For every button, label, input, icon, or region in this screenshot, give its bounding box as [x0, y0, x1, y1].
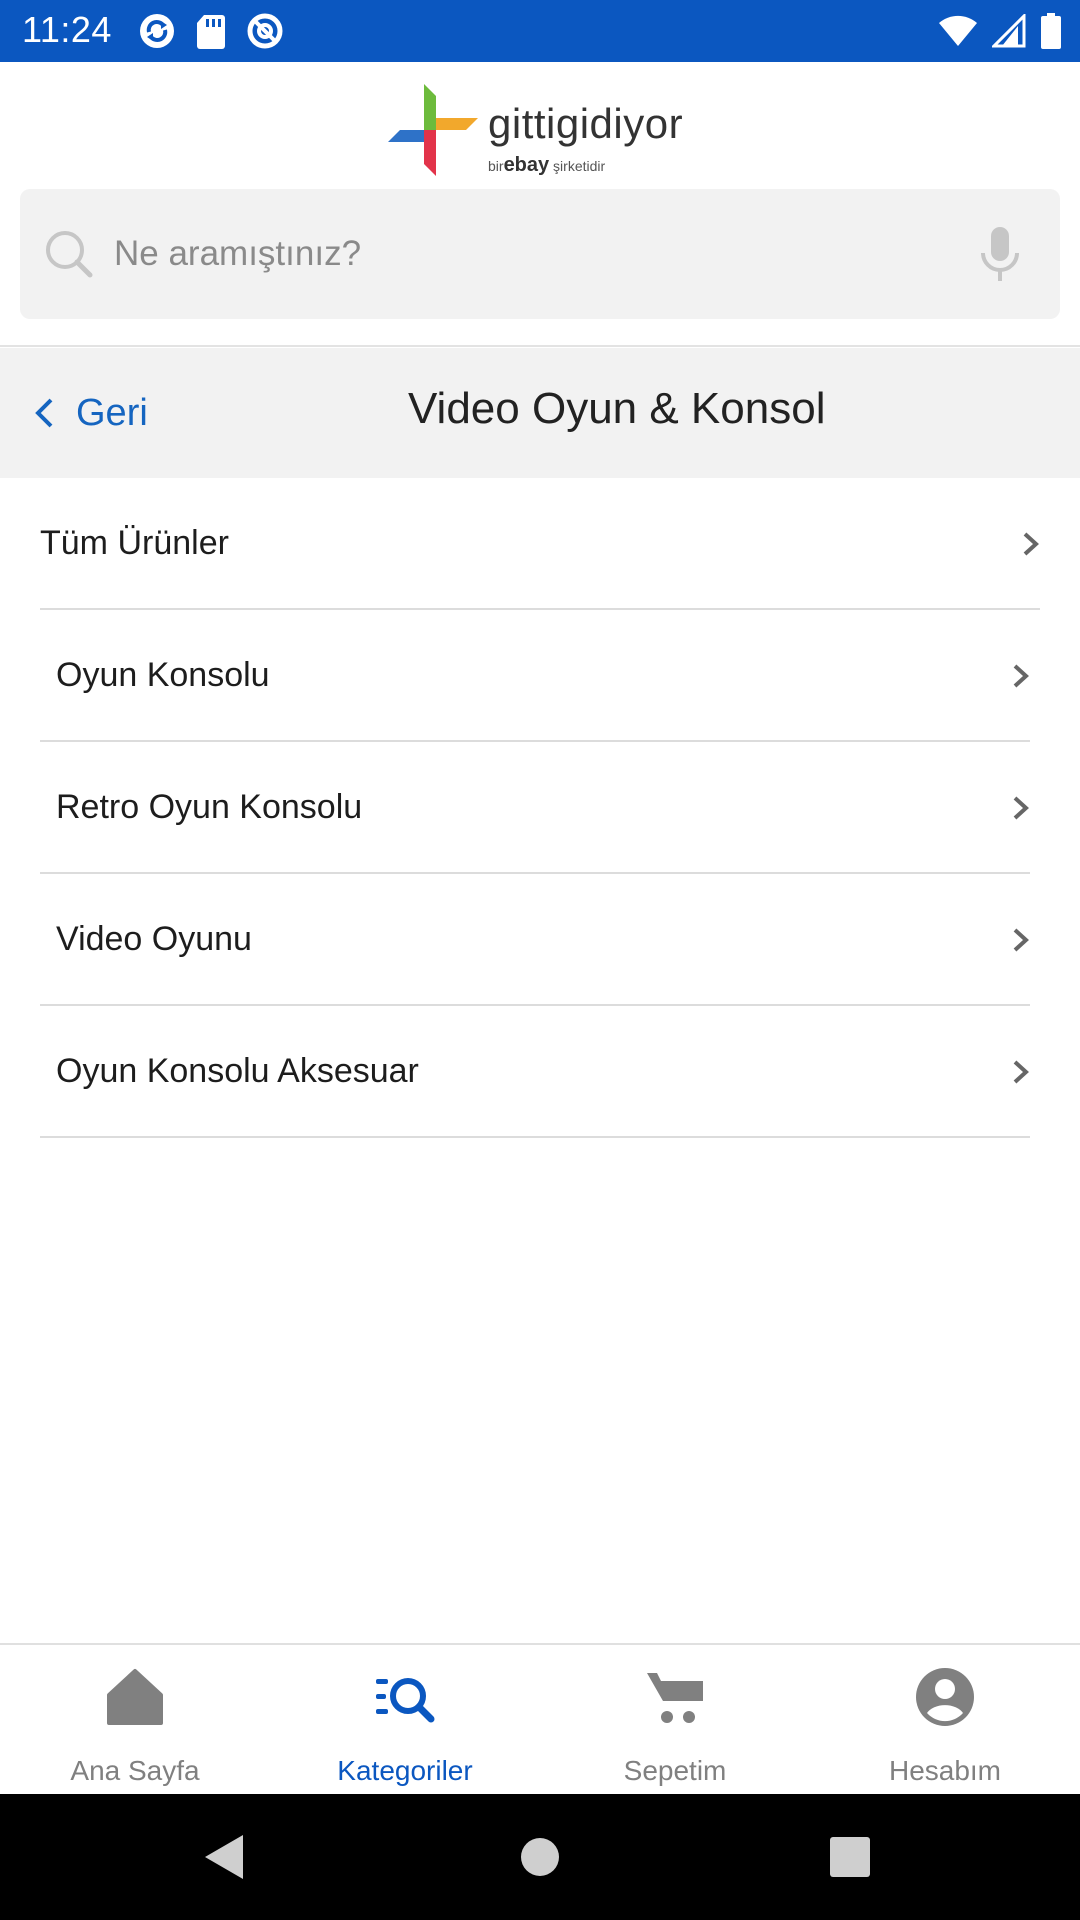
logo-tagline-suffix: şirketidir	[553, 158, 606, 174]
back-triangle-icon[interactable]	[195, 1827, 255, 1887]
search-bar[interactable]	[20, 189, 1060, 319]
wifi-icon	[939, 15, 977, 46]
list-item-label: Oyun Konsolu	[56, 655, 270, 694]
nav-label: Ana Sayfa	[70, 1755, 200, 1786]
nav-label: Kategoriler	[337, 1755, 473, 1786]
search-input[interactable]	[114, 225, 934, 283]
logo-tagline-brand: ebay	[503, 154, 550, 176]
nav-label: Sepetim	[623, 1755, 727, 1786]
back-label: Geri	[76, 391, 148, 434]
category-list: Tüm Ürünler Oyun Konsolu Retro Oyun Kons…	[0, 478, 1080, 1138]
list-item-video-oyunu[interactable]: Video Oyunu	[40, 874, 1030, 1006]
chevron-right-icon	[1013, 796, 1029, 820]
back-button[interactable]: Geri	[34, 384, 148, 442]
nav-label: Hesabım	[888, 1755, 1002, 1786]
page-title: Video Oyun & Konsol	[408, 384, 826, 433]
battery-icon	[1041, 13, 1061, 49]
cell-signal-icon	[992, 14, 1026, 48]
nav-item-kategoriler[interactable]: Kategoriler	[270, 1645, 540, 1794]
bottom-navigation: Ana Sayfa Kategoriler Sepetim Hesabım	[0, 1643, 1080, 1794]
list-item-tum-urunler[interactable]: Tüm Ürünler	[40, 478, 1040, 610]
category-subheader: Geri Video Oyun & Konsol	[0, 348, 1080, 478]
nav-item-ana-sayfa[interactable]: Ana Sayfa	[0, 1645, 270, 1794]
status-time: 11:24	[22, 9, 112, 50]
chevron-left-icon	[35, 398, 53, 428]
chevron-right-icon	[1013, 664, 1029, 688]
gittigidiyor-logo[interactable]: gittigidiyor birebay şirketidir	[386, 82, 706, 182]
categories-search-icon	[376, 1678, 435, 1723]
system-navigation-bar	[0, 1794, 1080, 1920]
sync-icon	[140, 14, 174, 48]
status-right-icons	[938, 12, 1062, 50]
chevron-right-icon	[1013, 1060, 1029, 1084]
list-item-label: Oyun Konsolu Aksesuar	[56, 1051, 419, 1090]
status-bar: 11:24	[0, 0, 1080, 62]
home-circle-icon[interactable]	[510, 1827, 570, 1887]
list-item-label: Tüm Ürünler	[40, 523, 229, 562]
microphone-icon[interactable]	[978, 225, 1022, 283]
logo-tagline: birebay şirketidir	[488, 154, 605, 177]
nav-item-sepetim[interactable]: Sepetim	[540, 1645, 810, 1794]
app-header: gittigidiyor birebay şirketidir	[0, 62, 1080, 347]
chevron-right-icon	[1023, 532, 1039, 556]
do-not-disturb-icon	[247, 13, 283, 49]
logo-pinwheel-icon	[388, 84, 478, 176]
recents-square-icon[interactable]	[820, 1827, 880, 1887]
list-item-retro-oyun-konsolu[interactable]: Retro Oyun Konsolu	[40, 742, 1030, 874]
status-left-icons	[138, 12, 284, 50]
account-icon	[916, 1668, 974, 1726]
logo-wordmark: gittigidiyor	[488, 100, 684, 147]
cart-icon	[647, 1673, 703, 1723]
sd-card-icon	[197, 15, 225, 49]
list-item-label: Video Oyunu	[56, 919, 252, 958]
list-item-oyun-konsolu[interactable]: Oyun Konsolu	[40, 610, 1030, 742]
chevron-right-icon	[1013, 928, 1029, 952]
nav-item-hesabim[interactable]: Hesabım	[810, 1645, 1080, 1794]
logo-tagline-prefix: bir	[488, 158, 504, 174]
home-icon	[107, 1669, 163, 1725]
list-item-label: Retro Oyun Konsolu	[56, 787, 363, 826]
list-item-oyun-konsolu-aksesuar[interactable]: Oyun Konsolu Aksesuar	[40, 1006, 1030, 1138]
search-icon	[46, 231, 93, 278]
